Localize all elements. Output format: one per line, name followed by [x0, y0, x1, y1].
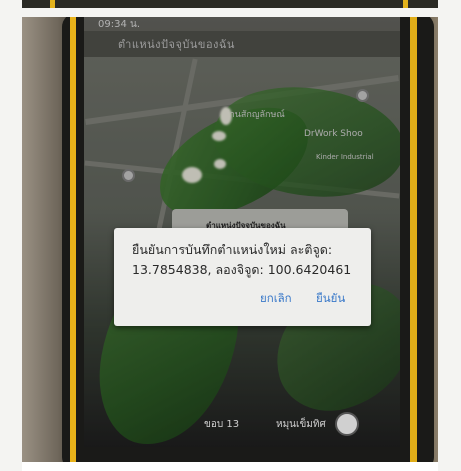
top-photo-strip — [22, 0, 438, 8]
bottom-left-button[interactable]: ขอบ 13 — [204, 417, 239, 435]
bottom-strip — [22, 462, 438, 471]
cancel-button[interactable]: ยกเลิก — [260, 290, 292, 308]
my-location-icon[interactable] — [335, 412, 359, 436]
dialog-message-line1: ยืนยันการบันทึกตำแหน่งใหม่ ละติจูด: — [132, 242, 333, 257]
confirm-location-dialog: ยืนยันการบันทึกตำแหน่งใหม่ ละติจูด: 13.7… — [114, 228, 371, 326]
phone-edge-yellow-right — [403, 0, 408, 8]
phone-yellow-rim-right — [410, 17, 417, 462]
dialog-message-line2: 13.7854838, ลองจิจูด: 100.6420461 — [132, 262, 352, 277]
phone-yellow-rim-left — [70, 17, 76, 462]
phone-edge-yellow-left — [50, 0, 55, 8]
confirm-button[interactable]: ยืนยัน — [316, 290, 345, 308]
compass-button[interactable]: หมุนเข็มทิศ — [276, 417, 326, 435]
